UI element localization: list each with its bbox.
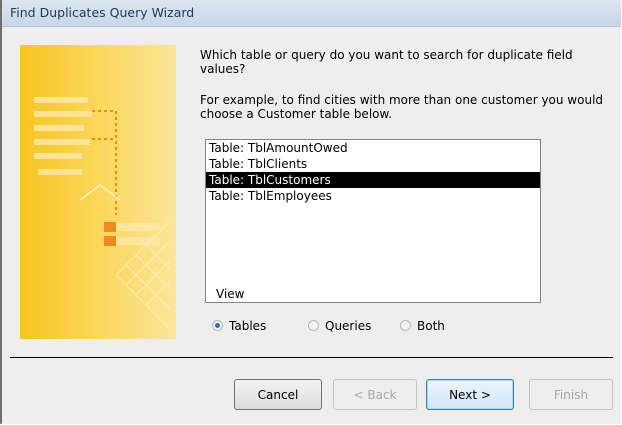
radio-checked-icon[interactable]: [212, 320, 223, 331]
wizard-illustration: [20, 45, 176, 339]
wizard-example: For example, to find cities with more th…: [200, 93, 604, 121]
view-radio-group: Tables Queries Both: [212, 316, 542, 336]
window-title: Find Duplicates Query Wizard: [10, 5, 195, 20]
list-item-selected[interactable]: Table: TblCustomers: [206, 172, 540, 188]
radio-unchecked-icon[interactable]: [400, 320, 411, 331]
list-item[interactable]: Table: TblEmployees: [206, 188, 540, 204]
finish-button[interactable]: Finish: [529, 379, 613, 410]
cancel-button[interactable]: Cancel: [234, 379, 322, 410]
wizard-prompt: Which table or query do you want to sear…: [200, 48, 573, 76]
radio-queries-label: Queries: [325, 319, 372, 333]
wizard-content: Which table or query do you want to sear…: [2, 27, 621, 424]
next-button[interactable]: Next >: [426, 379, 514, 410]
radio-unchecked-icon[interactable]: [308, 320, 319, 331]
wizard-window: Find Duplicates Query Wizard Which table…: [0, 0, 621, 424]
table-listbox[interactable]: Table: TblAmountOwed Table: TblClients T…: [205, 139, 541, 303]
title-bar[interactable]: Find Duplicates Query Wizard: [2, 0, 621, 27]
wizard-illustration-graphic: [34, 97, 171, 330]
radio-both-label: Both: [417, 319, 445, 333]
list-item[interactable]: Table: TblAmountOwed: [206, 140, 540, 156]
separator-line: [10, 357, 613, 358]
radio-tables-label: Tables: [229, 319, 267, 333]
back-button[interactable]: < Back: [333, 379, 417, 410]
list-item[interactable]: Table: TblClients: [206, 156, 540, 172]
view-group-label: View: [216, 287, 245, 301]
